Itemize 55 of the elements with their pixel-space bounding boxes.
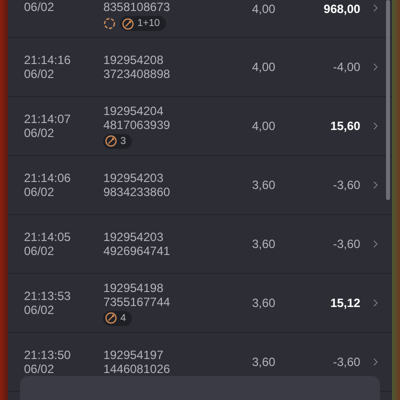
date-text: 06/02 (24, 185, 56, 199)
chevron-icon[interactable] (372, 120, 380, 132)
compass-icon (105, 312, 118, 324)
bonus-badge: 1+10 (120, 16, 166, 31)
time-text: 21:13:53 (24, 289, 72, 303)
result-text: -3,60 (333, 237, 360, 251)
time-text: 21:14:07 (24, 112, 72, 126)
round-id: 3723408898 (103, 67, 172, 81)
round-id: 192954203 (103, 230, 164, 244)
result-text: 15,12 (330, 296, 360, 310)
round-id: 192954204 (103, 104, 164, 118)
scrollbar[interactable] (386, 0, 390, 200)
chevron-icon[interactable] (372, 297, 380, 309)
round-id: 1446081026 (103, 362, 172, 376)
stake-text: 3,60 (252, 178, 276, 192)
date-text: 06/02 (24, 244, 56, 258)
bonus-badge: 4 (103, 310, 132, 326)
time-text: 21:14:06 (24, 171, 72, 185)
result-text: -3,60 (333, 355, 360, 369)
date-text: 06/02 (24, 303, 56, 317)
round-id: 7355167744 (103, 294, 172, 308)
result-text: 968,00 (324, 2, 360, 16)
compass-icon (122, 18, 134, 30)
date-text: 06/02 (24, 0, 56, 14)
chevron-icon[interactable] (372, 238, 380, 250)
round-id: 8358108673 (103, 0, 172, 14)
stake-text: 3,60 (252, 355, 276, 369)
stake-text: 4,00 (252, 119, 276, 133)
round-id: 192954197 (103, 348, 164, 362)
time-text: 21:13:50 (24, 348, 72, 362)
date-text: 06/02 (24, 67, 56, 81)
time-text: 21:14:05 (24, 230, 72, 244)
result-text: -4,00 (333, 60, 360, 74)
stake-text: 3,60 (252, 237, 276, 251)
stake-text: 3,60 (252, 296, 276, 310)
chevron-icon[interactable] (372, 61, 380, 73)
round-id: 192954203 (103, 171, 164, 185)
chevron-icon[interactable] (372, 2, 380, 14)
time-text: 21:14:16 (24, 53, 72, 67)
stake-text: 4,00 (252, 2, 276, 16)
round-id: 4817063939 (103, 118, 172, 132)
result-text: 15,60 (330, 119, 360, 133)
bonus-badge: 3 (103, 134, 132, 148)
round-id: 9834233860 (103, 185, 172, 199)
chevron-icon[interactable] (372, 356, 380, 368)
chevron-icon[interactable] (372, 179, 380, 191)
date-text: 06/02 (24, 362, 56, 376)
compass-icon (105, 135, 118, 147)
stake-text: 4,00 (252, 60, 276, 74)
result-text: -3,60 (333, 178, 360, 192)
date-text: 06/02 (24, 126, 56, 140)
round-id: 4926964741 (103, 244, 172, 258)
round-id: 192954208 (103, 53, 164, 67)
respin-icon (103, 17, 116, 30)
round-id: 192954198 (103, 280, 164, 294)
